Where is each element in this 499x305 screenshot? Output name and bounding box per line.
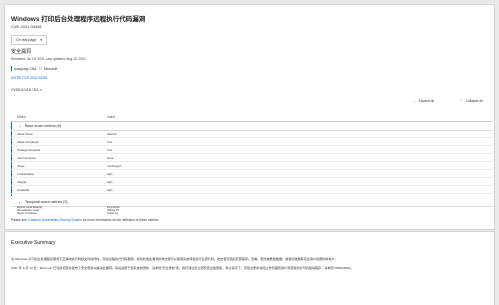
table-row: Report Confidence Confirmed (11, 212, 493, 215)
table-row: User Interaction None (11, 155, 493, 162)
chevron-down-icon: ⌄ (413, 99, 416, 103)
executive-summary-title: Executive Summary (11, 240, 56, 246)
footnote-suffix: for more information on the definition o… (82, 218, 160, 222)
shield-icon: ⛉ (39, 66, 42, 71)
chevron-down-icon: ▾ (40, 38, 43, 42)
metrics-table-header: Metric Value (11, 113, 493, 122)
metric-cell: User Interaction (17, 156, 36, 160)
on-this-page-label: On this page (16, 38, 37, 42)
metric-cell: Integrity (17, 180, 27, 184)
expand-all-button[interactable]: ⌄ Expand all (413, 99, 434, 103)
cvss-score: CVSS:3.0 8.8 / 8.2 (11, 88, 39, 92)
chevron-down-icon: ⌄ (18, 123, 21, 128)
page-title: Windows 打印后台处理程序远程执行代码漏洞 (11, 16, 146, 23)
expand-all-label: Expand all (418, 99, 434, 103)
assigning-cna: Assigning CNA ⛉ Microsoft (11, 66, 57, 71)
security-heading: 安全漏洞 (11, 49, 32, 55)
summary-paragraph: 当 Windows 打印后台处理程序服务不正确地执行特权文件操作时，存在远程执行… (11, 257, 338, 261)
table-row: Attack Complexity Low (11, 139, 493, 146)
chevron-down-icon: ⌄ (18, 199, 21, 204)
base-score-group-label: Base score metrics (8) (25, 124, 61, 128)
value-cell: Unchanged (107, 164, 121, 168)
table-row: Confidentiality High (11, 171, 493, 178)
base-score-group[interactable]: ⌄ Base score metrics (8) (11, 122, 493, 131)
cvss-dropdown[interactable]: CVSS:3.0 8.8 / 8.2 ▾ (11, 88, 42, 92)
table-row: Integrity High (11, 179, 493, 186)
value-cell: High (107, 188, 113, 192)
assigning-cna-label: Assigning CNA (14, 66, 37, 71)
table-row: Attack Vector Network (11, 131, 493, 138)
metric-cell: Attack Complexity (17, 140, 39, 144)
cve-id: CVE-2021-34481 (11, 24, 42, 29)
value-cell: Confirmed (107, 212, 119, 215)
metric-cell: Report Confidence (17, 212, 37, 215)
collapse-all-label: Collapse all (465, 99, 483, 103)
footnote-prefix: Please see (11, 218, 27, 222)
release-dates: Released: Jul 15, 2021 Last updated: Aug… (11, 57, 86, 61)
value-cell: Network (107, 132, 117, 136)
value-cell: Low (107, 140, 112, 144)
executive-summary-card: Executive Summary 当 Windows 打印后台处理程序服务不正… (4, 231, 495, 305)
accent-bar (11, 66, 12, 71)
chevron-down-icon: ▾ (40, 88, 42, 92)
chevron-up-icon: ⌃ (460, 99, 463, 103)
cvss-footnote: Please see Common Vulnerability Scoring … (11, 218, 159, 222)
table-row: Availability High (11, 187, 493, 194)
on-this-page-dropdown[interactable]: On this page ▾ (11, 35, 48, 45)
table-row: Privileges Required Low (11, 147, 493, 154)
table-row: Scope Unchanged (11, 163, 493, 170)
metric-cell: Attack Vector (17, 132, 33, 136)
metric-column-header: Metric (17, 115, 26, 119)
collapse-all-button[interactable]: ⌃ Collapse all (460, 99, 483, 103)
mitre-link[interactable]: MITRE CVE-2021-34481 (11, 76, 48, 80)
temporal-score-group-label: Temporal score metrics (3) (25, 200, 68, 204)
assigning-cna-value: Microsoft (43, 66, 58, 71)
value-column-header: Value (107, 115, 116, 119)
metric-cell: Confidentiality (17, 172, 34, 176)
metric-cell: Scope (17, 164, 25, 168)
value-cell: High (107, 172, 113, 176)
metric-cell: Availability (17, 188, 30, 192)
cvss-link[interactable]: Common Vulnerability Scoring System (28, 218, 82, 222)
value-cell: None (107, 156, 114, 160)
value-cell: High (107, 180, 113, 184)
summary-paragraph: 2021 年 8 月 10 日：Microsoft 已完成调查并发布了安全更新以… (11, 266, 354, 270)
value-cell: Low (107, 148, 112, 152)
metric-cell: Privileges Required (17, 148, 41, 152)
vulnerability-card: Windows 打印后台处理程序远程执行代码漏洞 CVE-2021-34481 … (4, 4, 495, 230)
